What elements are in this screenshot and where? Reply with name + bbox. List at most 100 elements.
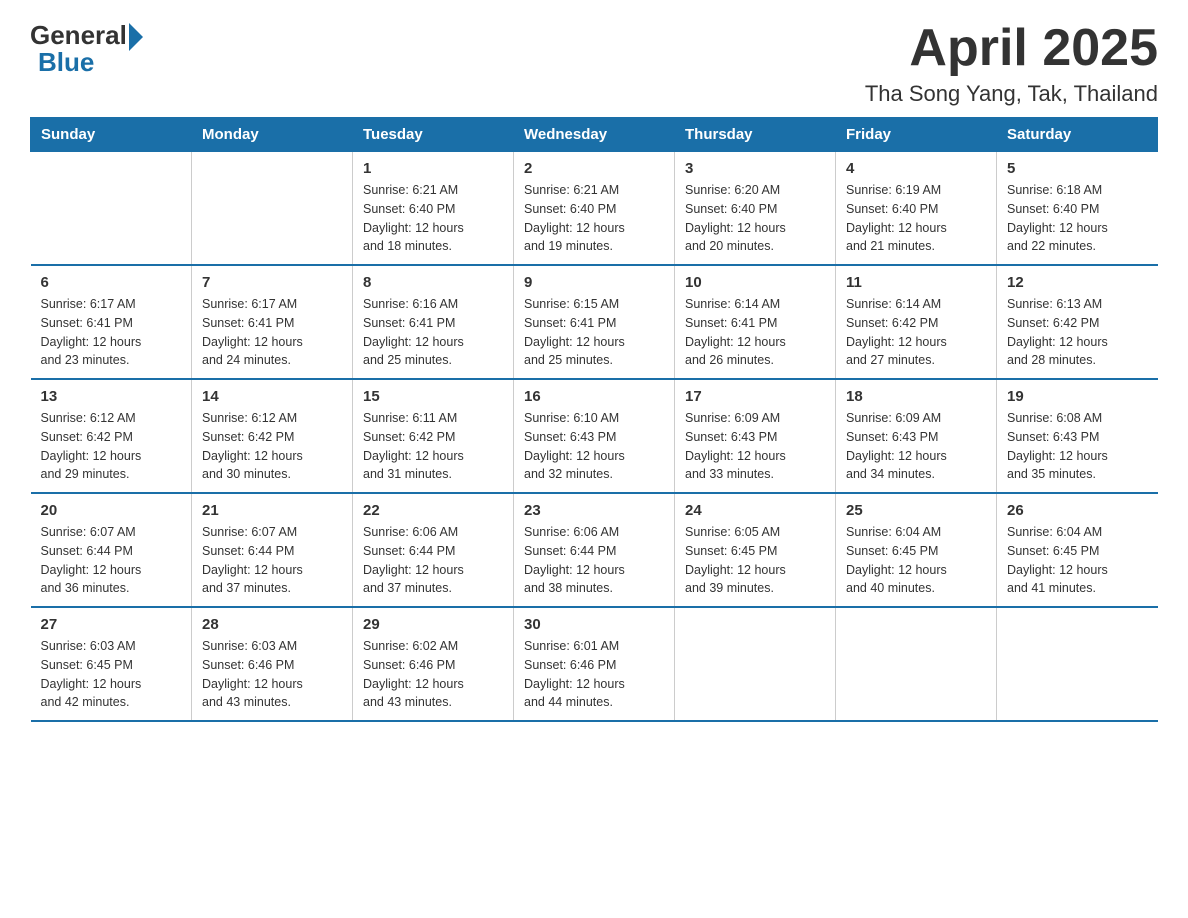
header-friday: Friday [836, 118, 997, 152]
day-number: 15 [363, 388, 503, 405]
calendar-cell: 28 Sunrise: 6:03 AMSunset: 6:46 PMDayligh… [192, 607, 353, 721]
day-number: 29 [363, 616, 503, 633]
day-info: Sunrise: 6:12 AMSunset: 6:42 PMDaylight:… [202, 409, 342, 484]
week-row-5: 27 Sunrise: 6:03 AMSunset: 6:45 PMDayligh… [31, 607, 1158, 721]
day-number: 18 [846, 388, 986, 405]
day-info: Sunrise: 6:05 AMSunset: 6:45 PMDaylight:… [685, 523, 825, 598]
day-number: 16 [524, 388, 664, 405]
calendar-cell: 15 Sunrise: 6:11 AMSunset: 6:42 PMDayligh… [353, 379, 514, 493]
calendar-cell: 14 Sunrise: 6:12 AMSunset: 6:42 PMDayligh… [192, 379, 353, 493]
page-title: April 2025 [865, 20, 1158, 77]
day-number: 4 [846, 160, 986, 177]
calendar-cell: 8 Sunrise: 6:16 AMSunset: 6:41 PMDaylight… [353, 265, 514, 379]
day-number: 17 [685, 388, 825, 405]
day-info: Sunrise: 6:03 AMSunset: 6:45 PMDaylight:… [41, 637, 182, 712]
day-info: Sunrise: 6:21 AMSunset: 6:40 PMDaylight:… [363, 181, 503, 256]
header-thursday: Thursday [675, 118, 836, 152]
calendar-cell: 7 Sunrise: 6:17 AMSunset: 6:41 PMDaylight… [192, 265, 353, 379]
calendar-cell: 10 Sunrise: 6:14 AMSunset: 6:41 PMDayligh… [675, 265, 836, 379]
calendar-cell: 12 Sunrise: 6:13 AMSunset: 6:42 PMDayligh… [997, 265, 1158, 379]
day-info: Sunrise: 6:03 AMSunset: 6:46 PMDaylight:… [202, 637, 342, 712]
calendar-cell [836, 607, 997, 721]
calendar-cell: 13 Sunrise: 6:12 AMSunset: 6:42 PMDayligh… [31, 379, 192, 493]
day-number: 6 [41, 274, 182, 291]
day-number: 7 [202, 274, 342, 291]
week-row-1: 1 Sunrise: 6:21 AMSunset: 6:40 PMDaylight… [31, 152, 1158, 266]
header-monday: Monday [192, 118, 353, 152]
day-info: Sunrise: 6:10 AMSunset: 6:43 PMDaylight:… [524, 409, 664, 484]
day-number: 27 [41, 616, 182, 633]
week-row-3: 13 Sunrise: 6:12 AMSunset: 6:42 PMDayligh… [31, 379, 1158, 493]
day-number: 23 [524, 502, 664, 519]
day-info: Sunrise: 6:12 AMSunset: 6:42 PMDaylight:… [41, 409, 182, 484]
page-subtitle: Tha Song Yang, Tak, Thailand [865, 81, 1158, 107]
calendar-cell: 24 Sunrise: 6:05 AMSunset: 6:45 PMDayligh… [675, 493, 836, 607]
day-info: Sunrise: 6:06 AMSunset: 6:44 PMDaylight:… [363, 523, 503, 598]
day-number: 21 [202, 502, 342, 519]
calendar-cell: 19 Sunrise: 6:08 AMSunset: 6:43 PMDayligh… [997, 379, 1158, 493]
day-number: 13 [41, 388, 182, 405]
day-info: Sunrise: 6:08 AMSunset: 6:43 PMDaylight:… [1007, 409, 1148, 484]
day-number: 1 [363, 160, 503, 177]
day-info: Sunrise: 6:14 AMSunset: 6:41 PMDaylight:… [685, 295, 825, 370]
calendar-cell: 23Sunrise: 6:06 AMSunset: 6:44 PMDayligh… [514, 493, 675, 607]
day-info: Sunrise: 6:17 AMSunset: 6:41 PMDaylight:… [202, 295, 342, 370]
day-info: Sunrise: 6:15 AMSunset: 6:41 PMDaylight:… [524, 295, 664, 370]
calendar-cell: 22 Sunrise: 6:06 AMSunset: 6:44 PMDayligh… [353, 493, 514, 607]
calendar-cell: 9 Sunrise: 6:15 AMSunset: 6:41 PMDaylight… [514, 265, 675, 379]
day-info: Sunrise: 6:11 AMSunset: 6:42 PMDaylight:… [363, 409, 503, 484]
day-info: Sunrise: 6:20 AMSunset: 6:40 PMDaylight:… [685, 181, 825, 256]
day-info: Sunrise: 6:09 AMSunset: 6:43 PMDaylight:… [685, 409, 825, 484]
calendar-cell: 21Sunrise: 6:07 AMSunset: 6:44 PMDayligh… [192, 493, 353, 607]
calendar-cell: 17 Sunrise: 6:09 AMSunset: 6:43 PMDayligh… [675, 379, 836, 493]
day-number: 3 [685, 160, 825, 177]
day-number: 2 [524, 160, 664, 177]
day-number: 24 [685, 502, 825, 519]
header-saturday: Saturday [997, 118, 1158, 152]
calendar-cell: 30 Sunrise: 6:01 AMSunset: 6:46 PMDayligh… [514, 607, 675, 721]
calendar-cell: 16 Sunrise: 6:10 AMSunset: 6:43 PMDayligh… [514, 379, 675, 493]
day-info: Sunrise: 6:17 AMSunset: 6:41 PMDaylight:… [41, 295, 182, 370]
logo-blue-text: Blue [38, 47, 94, 78]
calendar-cell: 20Sunrise: 6:07 AMSunset: 6:44 PMDayligh… [31, 493, 192, 607]
calendar-cell: 1 Sunrise: 6:21 AMSunset: 6:40 PMDaylight… [353, 152, 514, 266]
calendar-cell: 4Sunrise: 6:19 AMSunset: 6:40 PMDaylight… [836, 152, 997, 266]
day-number: 5 [1007, 160, 1148, 177]
calendar-cell [675, 607, 836, 721]
day-number: 26 [1007, 502, 1148, 519]
day-number: 28 [202, 616, 342, 633]
day-info: Sunrise: 6:02 AMSunset: 6:46 PMDaylight:… [363, 637, 503, 712]
calendar-cell [31, 152, 192, 266]
day-number: 11 [846, 274, 986, 291]
day-number: 30 [524, 616, 664, 633]
calendar-cell: 11 Sunrise: 6:14 AMSunset: 6:42 PMDayligh… [836, 265, 997, 379]
header-tuesday: Tuesday [353, 118, 514, 152]
week-row-2: 6 Sunrise: 6:17 AMSunset: 6:41 PMDaylight… [31, 265, 1158, 379]
day-number: 20 [41, 502, 182, 519]
day-info: Sunrise: 6:13 AMSunset: 6:42 PMDaylight:… [1007, 295, 1148, 370]
calendar-table: SundayMondayTuesdayWednesdayThursdayFrid… [30, 117, 1158, 722]
calendar-cell [997, 607, 1158, 721]
day-number: 9 [524, 274, 664, 291]
day-number: 19 [1007, 388, 1148, 405]
day-info: Sunrise: 6:04 AMSunset: 6:45 PMDaylight:… [846, 523, 986, 598]
day-number: 12 [1007, 274, 1148, 291]
day-number: 8 [363, 274, 503, 291]
calendar-cell: 5 Sunrise: 6:18 AMSunset: 6:40 PMDaylight… [997, 152, 1158, 266]
day-info: Sunrise: 6:01 AMSunset: 6:46 PMDaylight:… [524, 637, 664, 712]
calendar-cell: 27 Sunrise: 6:03 AMSunset: 6:45 PMDayligh… [31, 607, 192, 721]
day-info: Sunrise: 6:04 AMSunset: 6:45 PMDaylight:… [1007, 523, 1148, 598]
logo: General Blue [30, 20, 143, 78]
header-sunday: Sunday [31, 118, 192, 152]
day-info: Sunrise: 6:18 AMSunset: 6:40 PMDaylight:… [1007, 181, 1148, 256]
day-number: 10 [685, 274, 825, 291]
day-number: 14 [202, 388, 342, 405]
calendar-cell: 3 Sunrise: 6:20 AMSunset: 6:40 PMDaylight… [675, 152, 836, 266]
calendar-header-row: SundayMondayTuesdayWednesdayThursdayFrid… [31, 118, 1158, 152]
calendar-cell: 29 Sunrise: 6:02 AMSunset: 6:46 PMDayligh… [353, 607, 514, 721]
day-info: Sunrise: 6:09 AMSunset: 6:43 PMDaylight:… [846, 409, 986, 484]
day-info: Sunrise: 6:14 AMSunset: 6:42 PMDaylight:… [846, 295, 986, 370]
day-info: Sunrise: 6:16 AMSunset: 6:41 PMDaylight:… [363, 295, 503, 370]
calendar-cell [192, 152, 353, 266]
day-number: 22 [363, 502, 503, 519]
